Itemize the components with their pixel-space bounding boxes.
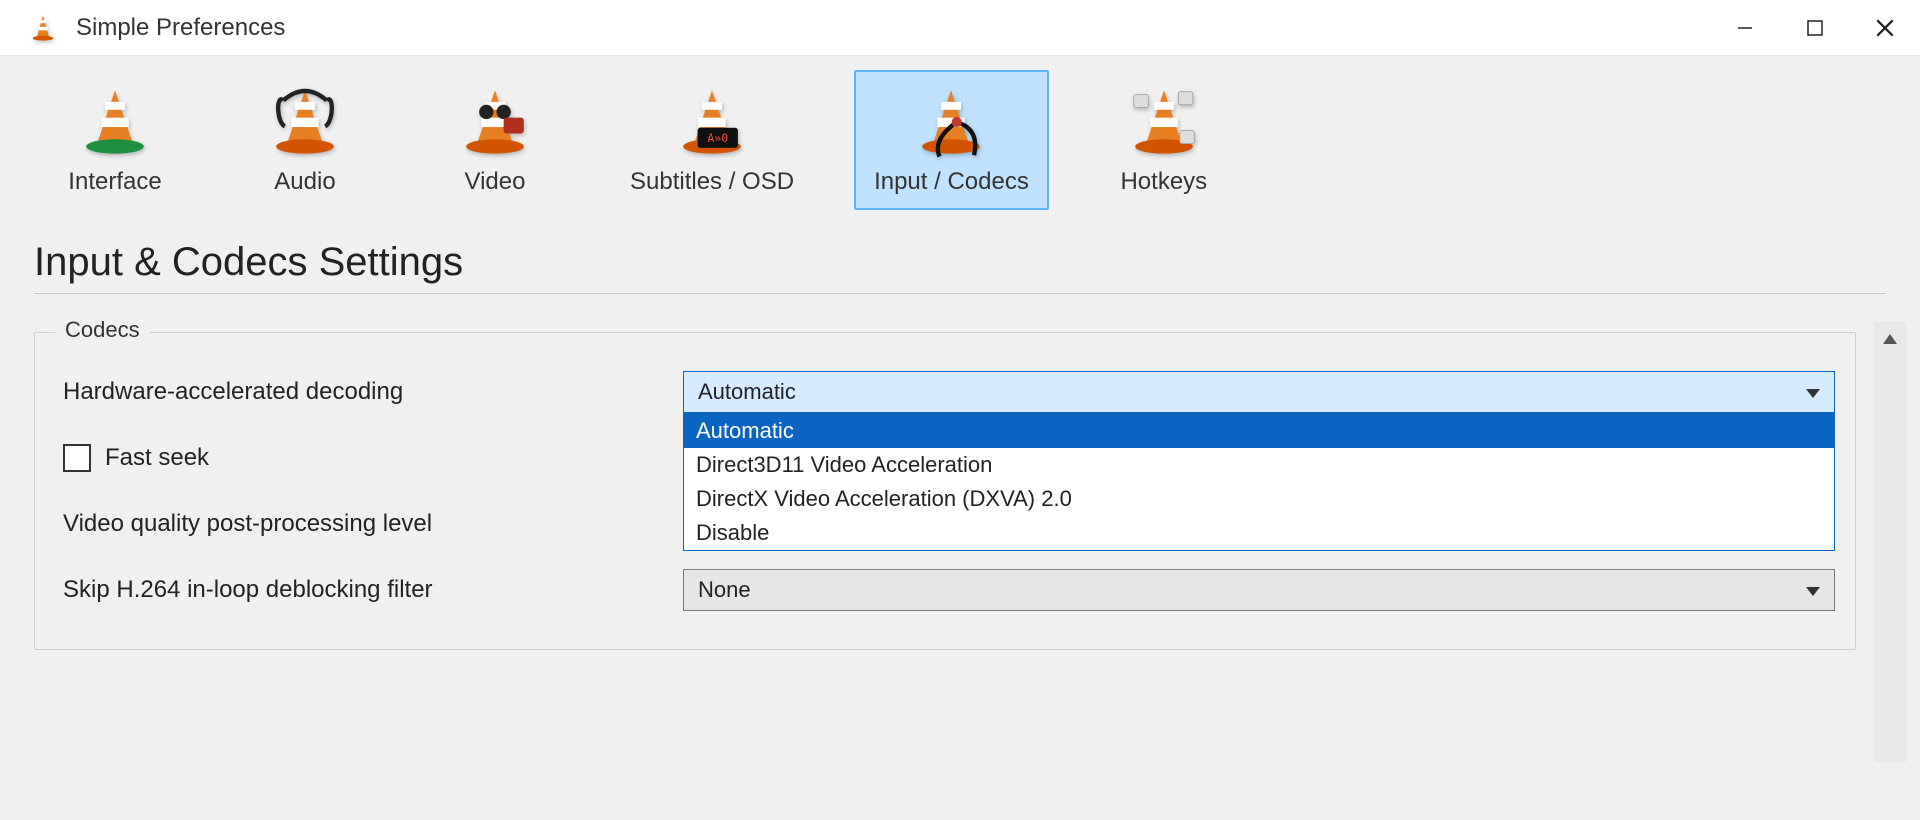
tab-label: Subtitles / OSD	[630, 168, 794, 196]
hw-decoding-option[interactable]: Disable	[684, 516, 1834, 550]
hw-decoding-option[interactable]: Direct3D11 Video Acceleration	[684, 448, 1834, 482]
tab-label: Hotkeys	[1120, 168, 1207, 196]
close-button[interactable]	[1850, 0, 1920, 55]
row-skip-h264: Skip H.264 in-loop deblocking filter Non…	[63, 565, 1835, 615]
tab-subtitles[interactable]: A»0 Subtitles / OSD	[610, 70, 814, 210]
tab-label: Video	[465, 168, 526, 196]
video-icon	[450, 82, 540, 162]
vertical-scrollbar[interactable]	[1874, 322, 1906, 762]
skip-h264-select[interactable]: None	[683, 569, 1835, 611]
section-heading: Input & Codecs Settings	[34, 240, 1920, 285]
vlc-cone-icon	[28, 13, 58, 43]
window-controls	[1710, 0, 1920, 55]
category-tabs: Interface Audio	[0, 56, 1920, 210]
tab-input-codecs[interactable]: Input / Codecs	[854, 70, 1049, 210]
hotkeys-icon	[1119, 82, 1209, 162]
chevron-down-icon	[1806, 379, 1820, 405]
tab-video[interactable]: Video	[420, 70, 570, 210]
skip-h264-label: Skip H.264 in-loop deblocking filter	[63, 576, 683, 604]
maximize-button[interactable]	[1780, 0, 1850, 55]
tab-audio[interactable]: Audio	[230, 70, 380, 210]
tab-label: Input / Codecs	[874, 168, 1029, 196]
hw-decoding-options: Automatic Direct3D11 Video Acceleration …	[683, 413, 1835, 551]
svg-text:A»0: A»0	[707, 131, 728, 145]
input-codecs-icon	[906, 82, 996, 162]
skip-h264-value: None	[698, 577, 751, 603]
subtitles-icon: A»0	[667, 82, 757, 162]
chevron-down-icon	[1806, 577, 1820, 603]
fast-seek-checkbox[interactable]: Fast seek	[63, 444, 209, 472]
tab-interface[interactable]: Interface	[40, 70, 190, 210]
scroll-up-arrow-icon[interactable]	[1883, 328, 1897, 762]
interface-icon	[70, 82, 160, 162]
row-hw-decoding: Hardware-accelerated decoding Automatic …	[63, 367, 1835, 417]
checkbox-box	[63, 444, 91, 472]
titlebar: Simple Preferences	[0, 0, 1920, 56]
window-title: Simple Preferences	[76, 14, 1710, 42]
hw-decoding-value: Automatic	[698, 379, 796, 405]
tab-label: Audio	[274, 168, 335, 196]
hw-decoding-select[interactable]: Automatic	[683, 371, 1835, 413]
content-area: Codecs Hardware-accelerated decoding Aut…	[34, 322, 1906, 762]
section-divider	[34, 293, 1886, 294]
vq-post-label: Video quality post-processing level	[63, 510, 683, 538]
fast-seek-label: Fast seek	[105, 444, 209, 472]
codecs-legend: Codecs	[55, 317, 150, 343]
tab-hotkeys[interactable]: Hotkeys	[1089, 70, 1239, 210]
audio-icon	[260, 82, 350, 162]
hw-decoding-label: Hardware-accelerated decoding	[63, 378, 683, 406]
codecs-group: Codecs Hardware-accelerated decoding Aut…	[34, 332, 1856, 650]
minimize-button[interactable]	[1710, 0, 1780, 55]
tab-label: Interface	[68, 168, 161, 196]
hw-decoding-option[interactable]: DirectX Video Acceleration (DXVA) 2.0	[684, 482, 1834, 516]
hw-decoding-option[interactable]: Automatic	[684, 414, 1834, 448]
